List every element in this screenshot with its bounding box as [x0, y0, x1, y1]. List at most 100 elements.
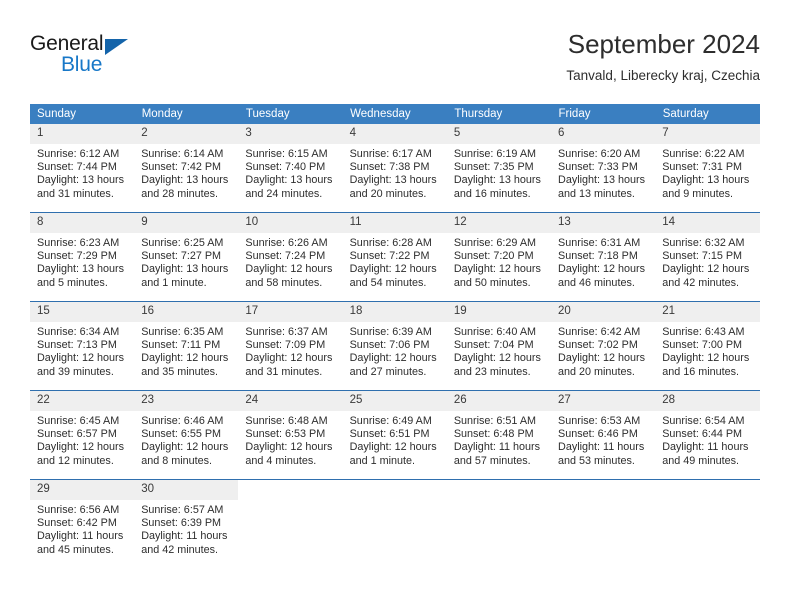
- calendar-day-cell-empty: [446, 479, 552, 568]
- day-cell-inner: 19 Sunrise: 6:40 AM Sunset: 7:04 PM Dayligh…: [446, 302, 552, 390]
- sunset-text: Sunset: 7:44 PM: [37, 161, 117, 174]
- daylight-text-line2: and 8 minutes.: [141, 454, 213, 467]
- sunset-text: Sunset: 7:40 PM: [245, 161, 326, 174]
- day-cell-inner: 26 Sunrise: 6:51 AM Sunset: 6:48 PM Dayligh…: [446, 391, 552, 479]
- day-number: 20: [551, 302, 656, 322]
- daylight-text-line2: and 16 minutes.: [662, 365, 740, 378]
- day-cell-inner: 3 Sunrise: 6:15 AM Sunset: 7:40 PM Daylight…: [238, 124, 343, 212]
- day-cell-inner: 30 Sunrise: 6:57 AM Sunset: 6:39 PM Dayligh…: [134, 480, 239, 568]
- day-details: Sunrise: 6:39 AM Sunset: 7:06 PM Daylight:…: [343, 322, 447, 379]
- calendar-day-cell[interactable]: 15 Sunrise: 6:34 AM Sunset: 7:13 PM Dayligh…: [30, 301, 135, 391]
- daylight-text-line1: Daylight: 12 hours: [37, 352, 125, 365]
- calendar-page: General Blue September 2024 Tanvald, Lib…: [0, 0, 792, 612]
- day-number: 10: [238, 213, 343, 233]
- page-subtitle: Tanvald, Liberecky kraj, Czechia: [566, 68, 760, 83]
- day-details: Sunrise: 6:56 AM Sunset: 6:42 PM Daylight:…: [30, 500, 134, 557]
- daylight-text-line2: and 20 minutes.: [349, 187, 427, 200]
- daylight-text-line1: Daylight: 13 hours: [558, 174, 646, 187]
- calendar-day-cell[interactable]: 13 Sunrise: 6:31 AM Sunset: 7:18 PM Dayligh…: [551, 212, 656, 302]
- sunset-text: Sunset: 7:00 PM: [662, 339, 743, 352]
- sunrise-text: Sunrise: 6:29 AM: [453, 237, 537, 249]
- weekday-header-friday: Friday: [551, 104, 656, 124]
- sunrise-text: Sunrise: 6:12 AM: [37, 148, 120, 160]
- day-number: 21: [655, 302, 760, 322]
- calendar-day-cell[interactable]: 29 Sunrise: 6:56 AM Sunset: 6:42 PM Dayligh…: [30, 479, 135, 568]
- weekday-header-tuesday: Tuesday: [238, 104, 344, 124]
- calendar-day-cell[interactable]: 21 Sunrise: 6:43 AM Sunset: 7:00 PM Dayligh…: [655, 301, 760, 391]
- calendar-day-cell[interactable]: 18 Sunrise: 6:39 AM Sunset: 7:06 PM Dayligh…: [342, 301, 447, 391]
- calendar-day-cell[interactable]: 1 Sunrise: 6:12 AM Sunset: 7:44 PM Daylight…: [30, 124, 135, 213]
- calendar-day-cell[interactable]: 25 Sunrise: 6:49 AM Sunset: 6:51 PM Dayligh…: [342, 390, 447, 480]
- calendar-day-cell[interactable]: 7 Sunrise: 6:22 AM Sunset: 7:31 PM Daylight…: [655, 124, 760, 213]
- calendar-day-cell[interactable]: 20 Sunrise: 6:42 AM Sunset: 7:02 PM Dayligh…: [551, 301, 656, 391]
- logo-triangle-icon: [105, 39, 128, 55]
- calendar-day-cell[interactable]: 6 Sunrise: 6:20 AM Sunset: 7:33 PM Daylight…: [551, 124, 656, 213]
- day-cell-inner: 9 Sunrise: 6:25 AM Sunset: 7:27 PM Daylight…: [134, 213, 239, 301]
- day-cell-inner: 14 Sunrise: 6:32 AM Sunset: 7:15 PM Dayligh…: [655, 213, 760, 301]
- calendar-day-cell[interactable]: 14 Sunrise: 6:32 AM Sunset: 7:15 PM Dayligh…: [655, 212, 760, 302]
- calendar-day-cell[interactable]: 19 Sunrise: 6:40 AM Sunset: 7:04 PM Dayligh…: [446, 301, 552, 391]
- day-details: Sunrise: 6:15 AM Sunset: 7:40 PM Daylight:…: [238, 144, 342, 201]
- daylight-text-line2: and 57 minutes.: [453, 454, 531, 467]
- daylight-text-line2: and 31 minutes.: [245, 365, 323, 378]
- calendar-day-cell[interactable]: 17 Sunrise: 6:37 AM Sunset: 7:09 PM Dayligh…: [238, 301, 343, 391]
- daylight-text-line2: and 50 minutes.: [453, 276, 531, 289]
- calendar-day-cell[interactable]: 12 Sunrise: 6:29 AM Sunset: 7:20 PM Dayligh…: [446, 212, 552, 302]
- day-cell-inner: 4 Sunrise: 6:17 AM Sunset: 7:38 PM Daylight…: [342, 124, 447, 212]
- general-blue-logo[interactable]: General Blue: [30, 32, 150, 84]
- sunset-text: Sunset: 6:46 PM: [558, 428, 638, 441]
- day-details: Sunrise: 6:45 AM Sunset: 6:57 PM Daylight:…: [30, 411, 134, 468]
- sunrise-text: Sunrise: 6:34 AM: [37, 326, 120, 338]
- calendar-day-cell[interactable]: 28 Sunrise: 6:54 AM Sunset: 6:44 PM Dayligh…: [655, 390, 760, 480]
- day-number: [447, 480, 551, 500]
- day-cell-inner: 7 Sunrise: 6:22 AM Sunset: 7:31 PM Daylight…: [655, 124, 760, 212]
- daylight-text-line1: Daylight: 13 hours: [141, 263, 229, 276]
- day-details: Sunrise: 6:17 AM Sunset: 7:38 PM Daylight:…: [343, 144, 447, 201]
- day-details: Sunrise: 6:49 AM Sunset: 6:51 PM Daylight:…: [343, 411, 447, 468]
- sunrise-text: Sunrise: 6:17 AM: [349, 148, 432, 160]
- calendar-day-cell[interactable]: 23 Sunrise: 6:46 AM Sunset: 6:55 PM Dayligh…: [134, 390, 239, 480]
- sunrise-text: Sunrise: 6:54 AM: [662, 415, 745, 427]
- daylight-text-line2: and 5 minutes.: [37, 276, 108, 289]
- daylight-text-line1: Daylight: 11 hours: [453, 441, 541, 454]
- sunset-text: Sunset: 7:06 PM: [349, 339, 430, 352]
- sunrise-text: Sunrise: 6:51 AM: [453, 415, 537, 427]
- sunrise-text: Sunrise: 6:25 AM: [141, 237, 224, 249]
- daylight-text-line2: and 42 minutes.: [662, 276, 740, 289]
- calendar-day-cell[interactable]: 8 Sunrise: 6:23 AM Sunset: 7:29 PM Daylight…: [30, 212, 135, 302]
- calendar-day-cell[interactable]: 26 Sunrise: 6:51 AM Sunset: 6:48 PM Dayligh…: [446, 390, 552, 480]
- calendar-day-cell[interactable]: 27 Sunrise: 6:53 AM Sunset: 6:46 PM Dayligh…: [551, 390, 656, 480]
- day-number: 4: [342, 124, 447, 144]
- sunset-text: Sunset: 7:09 PM: [245, 339, 326, 352]
- calendar-week-row: 22 Sunrise: 6:45 AM Sunset: 6:57 PM Dayligh…: [30, 390, 760, 480]
- day-cell-inner: 23 Sunrise: 6:46 AM Sunset: 6:55 PM Dayligh…: [134, 391, 239, 479]
- daylight-text-line2: and 9 minutes.: [662, 187, 734, 200]
- daylight-text-line2: and 12 minutes.: [37, 454, 114, 467]
- daylight-text-line1: Daylight: 13 hours: [37, 174, 125, 187]
- daylight-text-line1: Daylight: 12 hours: [141, 441, 229, 454]
- calendar-day-cell[interactable]: 24 Sunrise: 6:48 AM Sunset: 6:53 PM Dayligh…: [238, 390, 343, 480]
- day-details: Sunrise: 6:46 AM Sunset: 6:55 PM Daylight:…: [134, 411, 238, 468]
- sunrise-text: Sunrise: 6:22 AM: [662, 148, 745, 160]
- calendar-day-cell[interactable]: 4 Sunrise: 6:17 AM Sunset: 7:38 PM Daylight…: [342, 124, 447, 213]
- daylight-text-line1: Daylight: 11 hours: [558, 441, 645, 454]
- daylight-text-line1: Daylight: 12 hours: [349, 441, 437, 454]
- day-cell-inner: 18 Sunrise: 6:39 AM Sunset: 7:06 PM Dayligh…: [342, 302, 447, 390]
- day-details: Sunrise: 6:51 AM Sunset: 6:48 PM Daylight:…: [447, 411, 551, 468]
- sunrise-text: Sunrise: 6:35 AM: [141, 326, 224, 338]
- calendar-grid: Sunday Monday Tuesday Wednesday Thursday…: [30, 104, 761, 568]
- sunrise-text: Sunrise: 6:31 AM: [558, 237, 641, 249]
- calendar-day-cell[interactable]: 5 Sunrise: 6:19 AM Sunset: 7:35 PM Daylight…: [446, 124, 552, 213]
- calendar-day-cell[interactable]: 10 Sunrise: 6:26 AM Sunset: 7:24 PM Dayligh…: [238, 212, 343, 302]
- calendar-day-cell[interactable]: 30 Sunrise: 6:57 AM Sunset: 6:39 PM Dayligh…: [134, 479, 239, 568]
- calendar-day-cell[interactable]: 9 Sunrise: 6:25 AM Sunset: 7:27 PM Daylight…: [134, 212, 239, 302]
- sunrise-text: Sunrise: 6:19 AM: [453, 148, 537, 160]
- calendar-day-cell[interactable]: 16 Sunrise: 6:35 AM Sunset: 7:11 PM Dayligh…: [134, 301, 239, 391]
- calendar-day-cell[interactable]: 11 Sunrise: 6:28 AM Sunset: 7:22 PM Dayligh…: [342, 212, 447, 302]
- calendar-day-cell[interactable]: 2 Sunrise: 6:14 AM Sunset: 7:42 PM Daylight…: [134, 124, 239, 213]
- day-cell-inner: 25 Sunrise: 6:49 AM Sunset: 6:51 PM Dayligh…: [342, 391, 447, 479]
- daylight-text-line2: and 49 minutes.: [662, 454, 740, 467]
- calendar-day-cell[interactable]: 22 Sunrise: 6:45 AM Sunset: 6:57 PM Dayligh…: [30, 390, 135, 480]
- calendar-day-cell[interactable]: 3 Sunrise: 6:15 AM Sunset: 7:40 PM Daylight…: [238, 124, 343, 213]
- daylight-text-line1: Daylight: 12 hours: [662, 352, 750, 365]
